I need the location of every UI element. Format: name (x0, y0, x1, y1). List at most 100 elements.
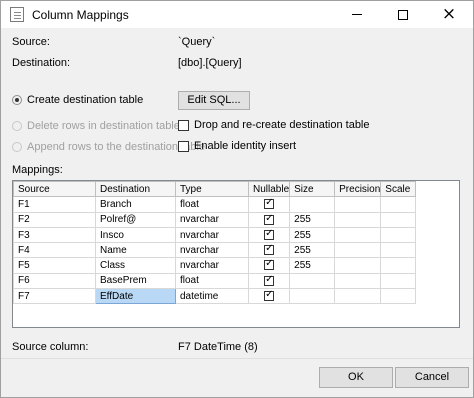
mappings-label: Mappings: (12, 164, 63, 176)
source-column-value: F7 DateTime (8) (178, 341, 258, 353)
size-cell[interactable] (289, 196, 336, 213)
nullable-cell[interactable] (247, 242, 291, 259)
column-mappings-dialog: Column Mappings × Source: `Query` Destin… (0, 0, 474, 398)
delete-rows-radio (12, 121, 22, 131)
type-cell[interactable]: nvarchar (175, 242, 249, 259)
ok-button[interactable]: OK (319, 367, 393, 388)
scale-cell[interactable] (380, 242, 417, 259)
scale-cell[interactable] (380, 226, 417, 244)
append-rows-radio (12, 142, 22, 152)
source-value: `Query` (178, 36, 216, 48)
nullable-checkbox[interactable] (264, 274, 275, 286)
destination-cell[interactable]: Polref@ (95, 211, 176, 228)
size-cell[interactable] (289, 288, 336, 305)
table-row: F5 Class nvarchar 255 (13, 257, 417, 274)
column-header-nullable[interactable]: Nullable (247, 181, 291, 198)
size-cell[interactable]: 255 (289, 257, 336, 274)
scale-cell[interactable] (380, 272, 417, 290)
nullable-cell[interactable] (247, 272, 291, 290)
source-cell: F7 (13, 288, 96, 305)
source-label: Source: (12, 36, 50, 48)
column-header-precision[interactable]: Precision (334, 181, 382, 198)
precision-cell[interactable] (334, 272, 382, 290)
nullable-checkbox[interactable] (264, 213, 275, 225)
table-row: F4 Name nvarchar 255 (13, 242, 417, 259)
precision-cell[interactable] (334, 242, 382, 259)
destination-cell[interactable]: BasePrem (95, 272, 176, 290)
nullable-checkbox[interactable] (264, 244, 275, 256)
source-cell: F4 (13, 242, 96, 259)
drop-recreate-checkbox[interactable] (178, 120, 189, 131)
size-cell[interactable] (289, 272, 336, 290)
window-title: Column Mappings (32, 8, 129, 22)
table-row: F1 Branch float (13, 196, 417, 213)
minimize-button[interactable] (334, 1, 380, 28)
header-row: Source Destination Type Nullable Size Pr… (13, 181, 417, 198)
nullable-cell[interactable] (247, 196, 291, 213)
close-icon: × (441, 4, 457, 24)
precision-cell[interactable] (334, 226, 382, 244)
column-header-source[interactable]: Source (13, 181, 96, 198)
mappings-grid[interactable]: Source Destination Type Nullable Size Pr… (12, 180, 460, 328)
nullable-checkbox[interactable] (264, 228, 275, 240)
column-header-type[interactable]: Type (175, 181, 249, 198)
identity-insert-checkbox[interactable] (178, 141, 189, 152)
destination-cell[interactable]: Name (95, 242, 176, 259)
maximize-icon (398, 9, 408, 20)
maximize-button[interactable] (380, 1, 426, 28)
destination-cell[interactable]: Insco (95, 226, 176, 244)
table-row: F2 Polref@ nvarchar 255 (13, 211, 417, 228)
source-cell: F1 (13, 196, 96, 213)
create-table-radio[interactable] (12, 95, 22, 105)
edit-sql-button[interactable]: Edit SQL... (178, 91, 250, 110)
create-table-label[interactable]: Create destination table (27, 94, 143, 106)
delete-rows-label: Delete rows in destination table (27, 120, 180, 132)
nullable-cell[interactable] (247, 226, 291, 244)
table-row: F7 EffDate datetime (13, 288, 417, 305)
title-bar: Column Mappings × (1, 1, 473, 28)
nullable-checkbox[interactable] (264, 198, 275, 210)
table-row: F3 Insco nvarchar 255 (13, 226, 417, 244)
size-cell[interactable]: 255 (289, 242, 336, 259)
column-header-destination[interactable]: Destination (95, 181, 176, 198)
precision-cell[interactable] (334, 288, 382, 305)
source-cell: F3 (13, 226, 96, 244)
nullable-cell[interactable] (247, 257, 291, 274)
column-header-scale[interactable]: Scale (380, 181, 417, 198)
type-cell[interactable]: nvarchar (175, 211, 249, 228)
identity-insert-label[interactable]: Enable identity insert (194, 140, 296, 152)
source-cell: F6 (13, 272, 96, 290)
minimize-icon (352, 14, 362, 15)
source-column-label: Source column: (12, 341, 89, 353)
precision-cell[interactable] (334, 211, 382, 228)
type-cell[interactable]: nvarchar (175, 257, 249, 274)
nullable-cell[interactable] (247, 211, 291, 228)
nullable-cell[interactable] (247, 288, 291, 305)
scale-cell[interactable] (380, 196, 417, 213)
size-cell[interactable]: 255 (289, 211, 336, 228)
drop-recreate-label[interactable]: Drop and re-create destination table (194, 119, 370, 131)
destination-cell[interactable]: Class (95, 257, 176, 274)
type-cell[interactable]: float (175, 272, 249, 290)
precision-cell[interactable] (334, 196, 382, 213)
source-cell: F2 (13, 211, 96, 228)
destination-cell-selected[interactable]: EffDate (95, 288, 176, 305)
mappings-table: Source Destination Type Nullable Size Pr… (13, 181, 417, 305)
destination-cell[interactable]: Branch (95, 196, 176, 213)
cancel-button[interactable]: Cancel (395, 367, 469, 388)
source-cell: F5 (13, 257, 96, 274)
column-header-size[interactable]: Size (289, 181, 336, 198)
nullable-checkbox[interactable] (264, 259, 275, 271)
destination-label: Destination: (12, 57, 71, 69)
type-cell[interactable]: nvarchar (175, 226, 249, 244)
scale-cell[interactable] (380, 288, 417, 305)
type-cell[interactable]: float (175, 196, 249, 213)
table-row: F6 BasePrem float (13, 272, 417, 290)
close-button[interactable]: × (426, 1, 472, 28)
scale-cell[interactable] (380, 211, 417, 228)
nullable-checkbox[interactable] (264, 290, 275, 302)
size-cell[interactable]: 255 (289, 226, 336, 244)
type-cell[interactable]: datetime (175, 288, 249, 305)
precision-cell[interactable] (334, 257, 382, 274)
scale-cell[interactable] (380, 257, 417, 274)
